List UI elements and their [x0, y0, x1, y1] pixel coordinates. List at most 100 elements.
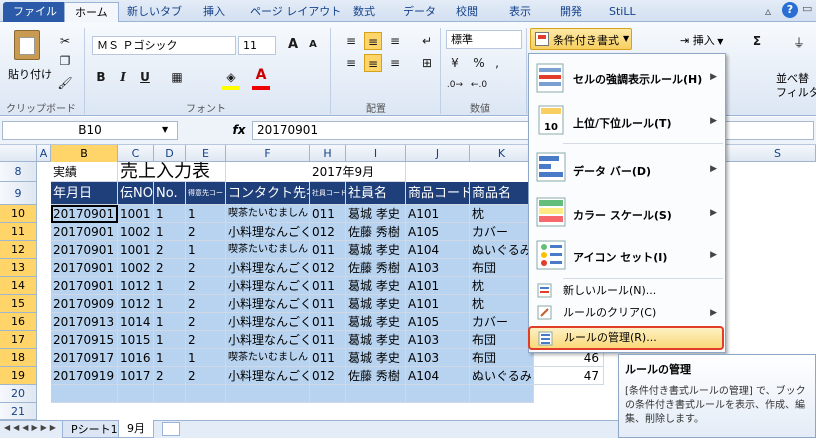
insert-function-button[interactable]: fx [228, 121, 250, 140]
table-cell[interactable]: 1 [154, 277, 186, 295]
table-header-cell[interactable]: 商品名 [470, 182, 534, 205]
paste-icon[interactable] [14, 30, 40, 60]
table-cell[interactable]: A101 [406, 277, 470, 295]
name-box[interactable]: B10 [2, 121, 178, 140]
table-cell[interactable]: 20170901 [51, 277, 118, 295]
table-cell[interactable]: 1 [186, 349, 226, 367]
sheet-nav-icons[interactable]: ◀◀◀▶▶▶ [4, 423, 59, 432]
menu-item-topbottom-rules[interactable]: 10 上位/下位ルール(T) ▶ [529, 98, 725, 142]
table-cell[interactable]: A103 [406, 349, 470, 367]
table-cell[interactable]: 2 [154, 367, 186, 385]
table-cell[interactable]: A101 [406, 205, 470, 223]
row-header[interactable]: 10 [0, 205, 37, 223]
table-cell[interactable]: 小料理なんごく [226, 331, 310, 349]
sheet-tab-1[interactable]: Pシート1 [62, 420, 127, 438]
table-cell[interactable]: 20170915 [51, 331, 118, 349]
table-cell[interactable] [346, 385, 406, 403]
table-cell[interactable]: 葛城 孝史 [346, 313, 406, 331]
table-cell[interactable]: 枕 [470, 277, 534, 295]
table-cell[interactable]: 佐藤 秀樹 [346, 367, 406, 385]
table-cell[interactable]: 011 [310, 205, 346, 223]
number-format-select[interactable]: 標準 [446, 30, 522, 49]
table-cell[interactable]: 1016 [118, 349, 154, 367]
table-cell[interactable]: 20170909 [51, 295, 118, 313]
row-header[interactable]: 11 [0, 223, 37, 241]
copy-icon[interactable]: ❐ [56, 52, 74, 70]
table-cell[interactable]: 011 [310, 277, 346, 295]
table-cell[interactable] [186, 385, 226, 403]
column-header-e[interactable]: E [186, 145, 226, 162]
table-header-cell[interactable]: 得意先コード [186, 182, 226, 205]
table-cell[interactable] [310, 385, 346, 403]
table-cell[interactable]: 2 [186, 223, 226, 241]
table-header-cell[interactable]: 商品コード [406, 182, 470, 205]
tab-developer[interactable]: 開発 [560, 2, 582, 22]
column-header-k[interactable]: K [470, 145, 534, 162]
row-header[interactable]: 20 [0, 385, 37, 403]
tab-home[interactable]: ホーム [64, 2, 119, 22]
table-cell[interactable]: 011 [310, 313, 346, 331]
row-header[interactable]: 9 [0, 182, 37, 205]
row-header[interactable]: 18 [0, 349, 37, 367]
table-cell[interactable]: 1 [154, 349, 186, 367]
tab-new[interactable]: 新しいタブ [127, 2, 182, 22]
row-header[interactable]: 16 [0, 313, 37, 331]
table-cell[interactable]: 012 [310, 223, 346, 241]
table-cell[interactable]: 20170901 [51, 241, 118, 259]
table-header-cell[interactable]: 伝NO [118, 182, 154, 205]
table-cell[interactable]: A103 [406, 259, 470, 277]
table-cell[interactable] [51, 385, 118, 403]
table-cell[interactable]: 47 [534, 367, 604, 385]
table-cell[interactable]: 20170901 [51, 223, 118, 241]
filter-label[interactable]: フィルタ- [776, 84, 816, 100]
table-cell[interactable] [406, 385, 470, 403]
tab-page-layout[interactable]: ページ レイアウト [250, 2, 341, 22]
table-cell[interactable]: 佐藤 秀樹 [346, 223, 406, 241]
table-cell[interactable]: 2 [186, 295, 226, 313]
column-header-d[interactable]: D [154, 145, 186, 162]
align-middle-icon[interactable]: ≡ [364, 32, 382, 50]
row-header[interactable]: 12 [0, 241, 37, 259]
table-cell[interactable]: A104 [406, 241, 470, 259]
table-header-cell[interactable]: No. [154, 182, 186, 205]
table-cell[interactable]: 1002 [118, 259, 154, 277]
table-header-cell[interactable]: 社員コード [310, 182, 346, 205]
table-cell[interactable] [118, 385, 154, 403]
insert-sheet-icon[interactable] [162, 422, 180, 436]
merge-center-icon[interactable]: ⊞ [418, 54, 436, 72]
table-cell[interactable]: 小料理なんごく [226, 223, 310, 241]
table-cell[interactable]: 2 [186, 259, 226, 277]
table-cell[interactable]: 2 [186, 277, 226, 295]
decrease-decimal-icon[interactable]: ←.0 [470, 76, 488, 94]
menu-item-manage-rules[interactable]: ルールの管理(R)... [528, 326, 724, 350]
shrink-font-icon[interactable]: A [304, 36, 322, 54]
table-cell[interactable]: 葛城 孝史 [346, 205, 406, 223]
align-bottom-icon[interactable]: ≡ [386, 32, 404, 50]
row-header[interactable]: 13 [0, 259, 37, 277]
table-cell[interactable]: 1 [154, 205, 186, 223]
tab-file[interactable]: ファイル [3, 2, 67, 22]
column-header-a[interactable]: A [37, 145, 51, 162]
table-cell[interactable]: 喫茶たいむましん [226, 349, 310, 367]
table-cell[interactable]: 1 [154, 295, 186, 313]
column-header-f[interactable]: F [226, 145, 310, 162]
menu-item-highlight-rules[interactable]: セルの強調表示ルール(H) ▶ [529, 58, 725, 98]
table-cell[interactable]: 20170919 [51, 367, 118, 385]
percent-button[interactable]: % [470, 54, 488, 72]
table-cell[interactable]: 1017 [118, 367, 154, 385]
table-cell[interactable]: 1 [154, 313, 186, 331]
table-cell[interactable]: 20170917 [51, 349, 118, 367]
table-cell[interactable]: 布団 [470, 331, 534, 349]
sheet-tab-active[interactable]: 9月 [118, 420, 154, 438]
fill-color-icon[interactable]: ◈ [222, 68, 240, 86]
format-painter-icon[interactable]: 🖌 [56, 74, 74, 92]
tab-review[interactable]: 校閲 [456, 2, 478, 22]
align-center-icon[interactable]: ≡ [364, 54, 382, 72]
grow-font-icon[interactable]: A [284, 36, 302, 54]
row-header[interactable]: 14 [0, 277, 37, 295]
column-header-c[interactable]: C [118, 145, 154, 162]
table-cell[interactable]: 小料理なんごく [226, 313, 310, 331]
table-cell[interactable]: カバー [470, 223, 534, 241]
table-cell[interactable]: 1 [154, 331, 186, 349]
autosum-icon[interactable]: Σ [748, 32, 766, 50]
